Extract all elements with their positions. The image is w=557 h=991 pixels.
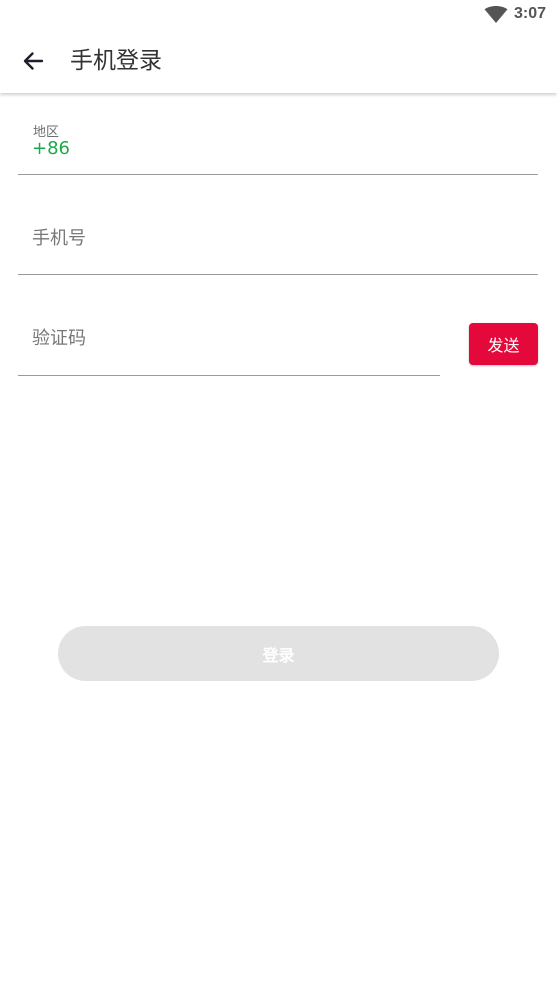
arrow-back-icon: [23, 52, 44, 70]
login-button[interactable]: 登录: [58, 626, 499, 681]
region-value: +86: [32, 138, 70, 159]
phone-input[interactable]: [32, 223, 500, 253]
status-bar: 3:07: [0, 0, 557, 30]
phone-field-container: [18, 205, 538, 275]
app-bar: 手机登录: [0, 30, 557, 93]
code-field-container: [18, 305, 440, 376]
wifi-icon: [484, 6, 508, 23]
send-code-button[interactable]: 发送: [469, 323, 538, 365]
status-time: 3:07: [514, 5, 547, 22]
region-selector[interactable]: 地区 +86: [18, 110, 538, 175]
back-button[interactable]: [14, 42, 52, 80]
page-title: 手机登录: [70, 48, 162, 74]
verification-code-input[interactable]: [32, 323, 412, 353]
